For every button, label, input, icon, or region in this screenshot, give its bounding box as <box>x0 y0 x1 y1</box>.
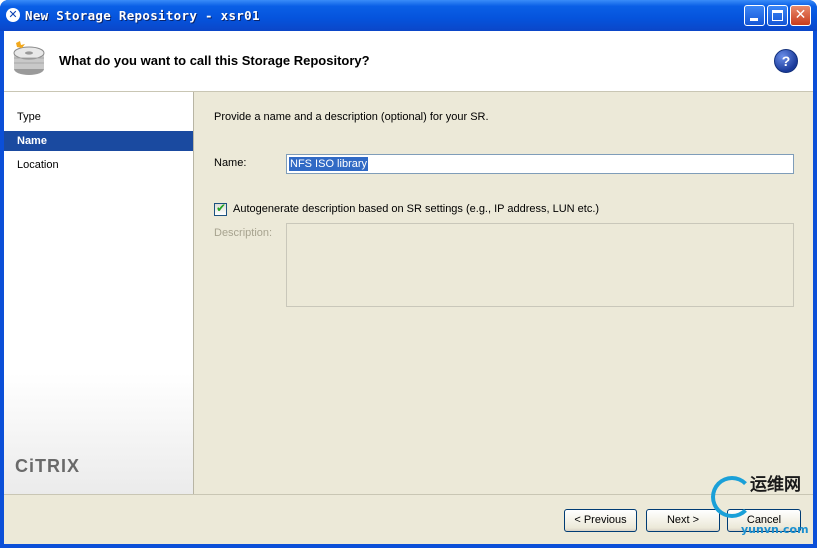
wizard-step-nav: Type Name Location CiTRIX <box>4 92 194 494</box>
page-title: What do you want to call this Storage Re… <box>59 53 370 68</box>
title-bar[interactable]: ✕ New Storage Repository - xsr01 ✕ <box>0 0 817 31</box>
wizard-header: What do you want to call this Storage Re… <box>4 31 813 92</box>
previous-button[interactable]: < Previous <box>564 509 637 532</box>
nav-item-type[interactable]: Type <box>4 107 193 127</box>
wizard-footer: < Previous Next > Cancel <box>4 494 813 544</box>
maximize-icon <box>772 10 783 21</box>
wizard-content: Provide a name and a description (option… <box>195 92 813 494</box>
minimize-button[interactable] <box>744 5 765 26</box>
description-field <box>286 223 794 307</box>
help-icon[interactable]: ? <box>774 49 798 73</box>
name-label: Name: <box>214 157 247 169</box>
intro-text: Provide a name and a description (option… <box>214 111 489 123</box>
nav-item-name[interactable]: Name <box>4 131 193 151</box>
name-input-value: NFS ISO library <box>289 157 369 171</box>
close-icon: ✕ <box>794 7 807 23</box>
dialog-window: ✕ New Storage Repository - xsr01 ✕ What … <box>0 0 817 548</box>
storage-disk-icon <box>13 41 45 75</box>
maximize-button[interactable] <box>767 5 788 26</box>
next-button[interactable]: Next > <box>646 509 720 532</box>
window-title: New Storage Repository - xsr01 <box>25 8 260 23</box>
cancel-button[interactable]: Cancel <box>727 509 801 532</box>
close-button[interactable]: ✕ <box>790 5 811 26</box>
description-label: Description: <box>214 227 273 239</box>
autogenerate-label[interactable]: Autogenerate description based on SR set… <box>233 203 599 215</box>
name-input[interactable]: NFS ISO library <box>286 154 794 174</box>
dialog-client-area: What do you want to call this Storage Re… <box>4 31 813 544</box>
nav-item-location[interactable]: Location <box>4 155 193 175</box>
citrix-logo: CiTRIX <box>15 456 81 476</box>
autogenerate-checkbox[interactable]: ✔ <box>214 201 227 216</box>
app-icon: ✕ <box>6 8 20 22</box>
minimize-icon <box>750 18 758 21</box>
checkmark-icon: ✔ <box>216 201 227 215</box>
